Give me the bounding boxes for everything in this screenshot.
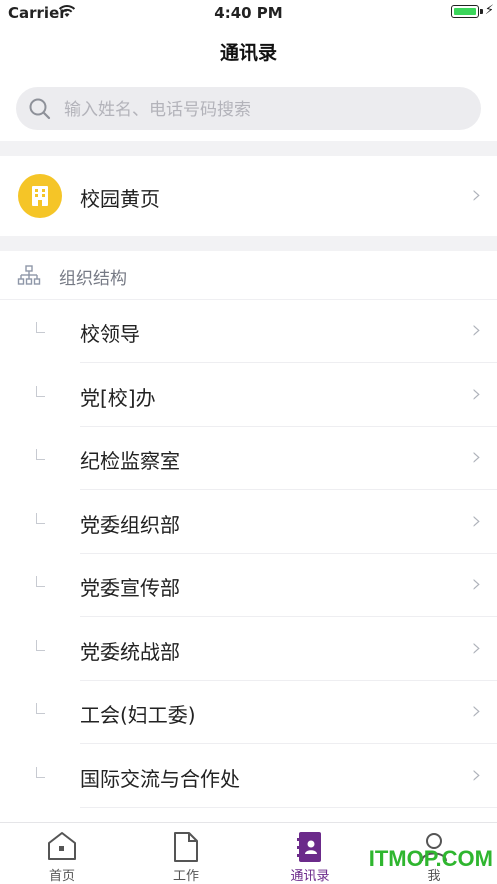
org-list-item[interactable]: 校领导 › <box>0 300 497 363</box>
section-gap <box>0 236 497 251</box>
org-list-item[interactable]: 党委统战部 › <box>0 618 497 681</box>
org-list-item[interactable]: 纪检监察室 › <box>0 427 497 490</box>
charging-icon: ⚡ <box>484 3 494 18</box>
chevron-right-icon: › <box>471 180 482 210</box>
status-bar: Carrier 4:40 PM ⚡ <box>0 0 497 26</box>
org-tree-icon <box>17 265 41 285</box>
chevron-right-icon: › <box>471 569 482 599</box>
chevron-right-icon: › <box>471 379 482 409</box>
org-item-label: 国际交流与合作处 <box>80 767 240 791</box>
tree-branch-icon <box>36 513 45 524</box>
document-icon <box>174 832 198 862</box>
org-item-label: 纪检监察室 <box>80 449 180 473</box>
tab-contacts[interactable]: 通讯录 <box>248 823 372 884</box>
org-list-item[interactable]: 国际交流与合作处 › <box>0 745 497 808</box>
chevron-right-icon: › <box>471 696 482 726</box>
home-icon <box>48 832 76 860</box>
battery-cap <box>480 9 483 14</box>
org-list-item[interactable]: 党[校]办 › <box>0 364 497 427</box>
chevron-right-icon: › <box>471 442 482 472</box>
search-bar[interactable] <box>16 87 481 132</box>
contacts-book-icon <box>297 832 321 862</box>
org-item-label: 党委统战部 <box>80 640 180 664</box>
tab-home-label: 首页 <box>48 869 75 884</box>
org-structure-header: 组织结构 <box>0 251 497 300</box>
tree-branch-icon <box>36 640 45 651</box>
campus-yellow-pages-row[interactable]: 校园黄页 › <box>0 156 497 236</box>
search-icon <box>29 98 51 120</box>
org-list-item[interactable]: 工会(妇工委) › <box>0 681 497 744</box>
chevron-right-icon: › <box>471 315 482 345</box>
divider <box>80 489 497 490</box>
org-item-label: 校领导 <box>80 322 140 346</box>
tab-work[interactable]: 工作 <box>124 823 248 884</box>
divider <box>80 362 497 363</box>
page-title: 通讯录 <box>219 42 277 64</box>
tree-branch-icon <box>36 386 45 397</box>
divider <box>80 616 497 617</box>
tree-branch-icon <box>36 449 45 460</box>
org-structure-title: 组织结构 <box>59 269 127 289</box>
divider <box>80 743 497 744</box>
tab-contacts-label: 通讯录 <box>290 869 330 884</box>
building-icon <box>32 186 48 206</box>
org-item-label: 工会(妇工委) <box>80 703 196 727</box>
org-item-label: 党委宣传部 <box>80 576 180 600</box>
chevron-right-icon: › <box>471 633 482 663</box>
yellow-pages-label: 校园黄页 <box>80 187 160 211</box>
tab-home[interactable]: 首页 <box>0 823 124 884</box>
chevron-right-icon: › <box>471 760 482 790</box>
search-input[interactable] <box>62 87 466 132</box>
yellow-pages-badge <box>18 174 62 218</box>
divider <box>80 807 497 808</box>
org-item-label: 党委组织部 <box>80 513 180 537</box>
tree-branch-icon <box>36 703 45 714</box>
section-gap <box>0 141 497 156</box>
org-item-label: 党[校]办 <box>80 386 156 410</box>
org-list-item[interactable]: 党委组织部 › <box>0 491 497 554</box>
tree-branch-icon <box>36 322 45 333</box>
watermark: ITMOP.COM <box>368 846 493 871</box>
battery-icon <box>451 5 479 18</box>
chevron-right-icon: › <box>471 506 482 536</box>
clock: 4:40 PM <box>214 4 283 22</box>
tree-branch-icon <box>36 767 45 778</box>
tree-branch-icon <box>36 576 45 587</box>
org-list-item[interactable]: 党委宣传部 › <box>0 554 497 617</box>
tab-work-label: 工作 <box>172 869 199 884</box>
